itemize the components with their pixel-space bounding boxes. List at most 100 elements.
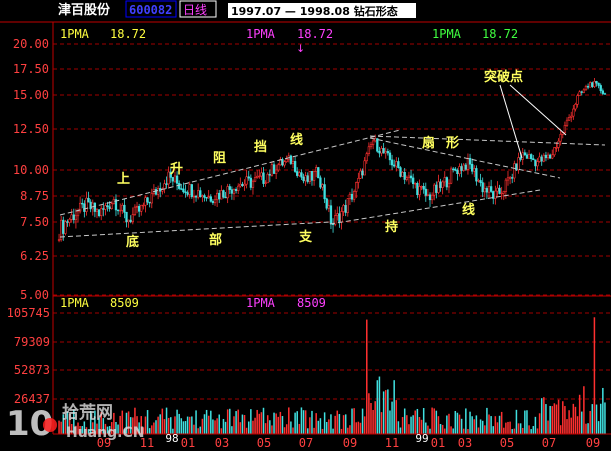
volume-bar [277,416,280,434]
volume-bar [439,423,442,434]
volume-bar [479,419,482,434]
lower-support-line [59,221,331,238]
volume-bar [492,426,494,434]
candle-body [487,186,491,193]
volume-bar [199,426,202,434]
volume-bar [355,422,357,434]
candle-body [340,211,343,223]
volume-bar [266,415,269,434]
volume-bar [302,410,305,434]
volume-bar [521,427,524,434]
candle-body [542,154,545,162]
volume-bar [505,422,507,434]
volume-bar [602,387,604,434]
volume-legend: 1PMA 8509 1PMA 8509 [60,296,326,310]
candle-body [589,82,592,88]
candle-body [213,199,217,204]
candle-body [159,188,162,192]
x-tick: 99 [415,432,428,445]
volume-bar [484,425,486,434]
candle-body [462,164,465,171]
candle-body [327,205,330,209]
volume-bar [559,425,562,434]
price-legend-label-3: 1PMA [432,27,462,41]
volume-bar [191,416,193,434]
volume-bars [58,317,606,434]
candle-body [156,188,160,195]
volume-bar [250,409,252,434]
candle-body [534,159,537,167]
candle-body [536,161,539,167]
candle-body [371,140,375,146]
candle-body [239,183,242,187]
volume-bar [448,413,450,434]
candle-body [538,156,541,162]
date-range: 1997.07 — 1998.08 钻石形态 [231,4,398,18]
candle-body [460,166,463,171]
candle-body [321,184,324,188]
annotation-label: 形 [446,136,459,151]
candle-body [123,204,126,213]
candle-body [293,161,297,172]
price-y-tick: 12.50 [13,122,49,136]
volume-bar [159,414,161,434]
volume-bar [313,427,315,434]
candle-body [420,186,423,188]
annotation-label: 线 [462,202,475,218]
volume-bar [210,410,212,434]
candle-body [268,173,271,176]
volume-bar [304,410,307,434]
volume-bar [515,409,518,434]
volume-bar [281,416,284,434]
annotation-label: 挡 [254,139,267,155]
x-tick: 05 [257,436,271,450]
volume-bar [581,411,583,434]
volume-bar [473,419,476,434]
volume-bar [526,410,528,434]
candle-body [266,173,269,184]
volume-bar [587,423,589,434]
volume-bar [336,410,339,434]
candle-body [137,206,141,212]
candle-body [119,209,122,212]
volume-bar [513,428,516,434]
volume-legend-value-1: 8509 [110,296,139,310]
volume-bar [186,416,189,434]
volume-bar [279,411,282,434]
volume-bar [220,428,223,434]
volume-bar [500,411,503,434]
candle-body [64,221,67,234]
volume-bar [239,422,242,434]
candle-body [215,192,219,201]
candle-body [87,197,90,203]
candle-body [175,175,179,184]
candle-body [376,138,379,152]
volume-bar [60,421,62,434]
candle-body [199,190,202,198]
volume-bar [207,415,210,434]
candle-body [220,190,223,200]
volume-bar [395,400,398,434]
candle-body [237,185,240,191]
candle-body [74,215,78,221]
candle-body [397,161,400,168]
price-y-tick: 17.50 [13,62,49,76]
candle-body [232,189,236,194]
volume-y-tick: 79309 [14,335,50,349]
price-legend-label-2: 1PMA [246,27,276,41]
chart-header: 津百股份 600082 日线 1997.07 — 1998.08 钻石形态 [58,0,416,18]
candle-body [466,157,470,170]
volume-bar [570,417,572,434]
volume-bar [351,408,353,434]
annotation-label: 上 [117,172,130,187]
candle-body [399,167,402,177]
volume-bar [604,402,606,434]
volume-bar [380,412,383,434]
upper-resistance-line [59,129,401,216]
candle-body [91,202,94,210]
volume-bar [481,420,484,434]
candle-body [256,175,259,178]
candle-body [433,184,436,196]
price-y-tick: 15.00 [13,88,49,102]
candle-body [106,205,109,208]
